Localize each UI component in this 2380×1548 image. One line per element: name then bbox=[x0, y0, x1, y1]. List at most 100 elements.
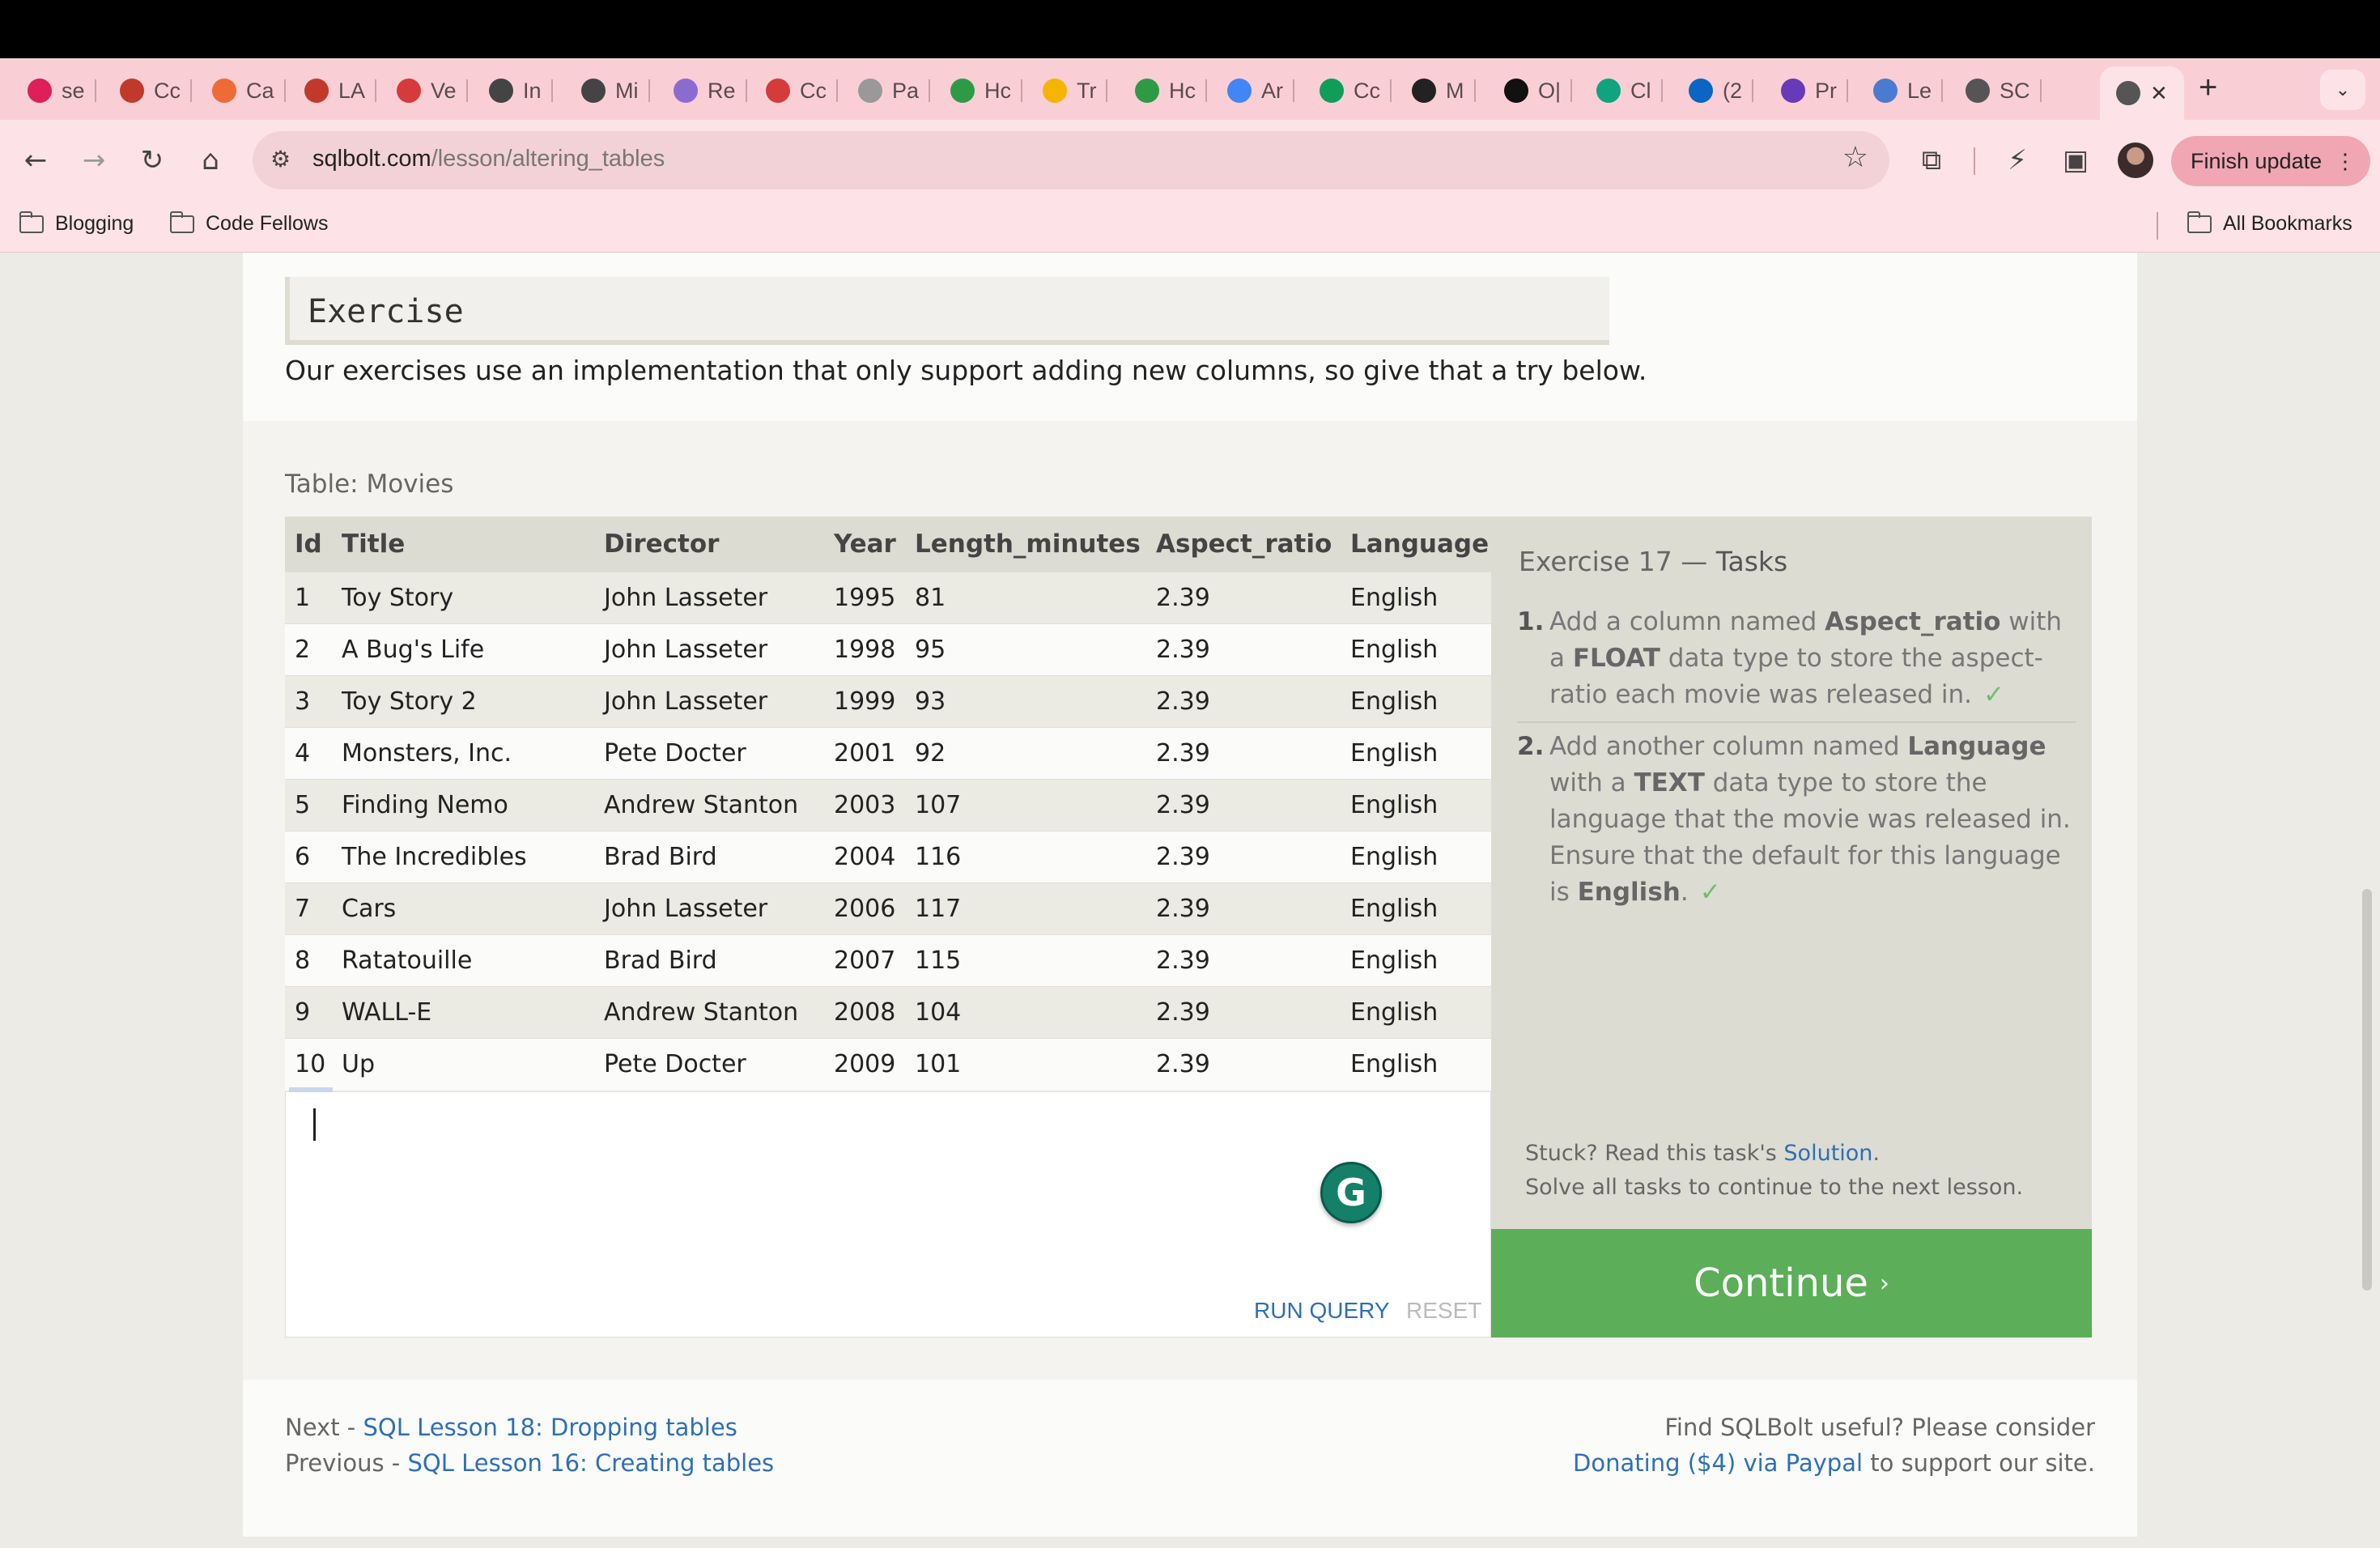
browser-tab[interactable]: Hc bbox=[950, 70, 1022, 112]
table-cell: 2006 bbox=[824, 882, 905, 934]
browser-tab[interactable]: Cl bbox=[1596, 70, 1663, 112]
browser-tab[interactable]: Le bbox=[1873, 70, 1944, 112]
reset-button[interactable]: RESET bbox=[1406, 1298, 1481, 1324]
extensions-icon[interactable]: ⧉ bbox=[1912, 141, 1951, 180]
solution-link[interactable]: Solution bbox=[1783, 1141, 1872, 1166]
sql-query-editor[interactable]: G RUN QUERY RESET bbox=[285, 1087, 1491, 1337]
new-tab-button[interactable]: + bbox=[2199, 70, 2217, 106]
browser-tab[interactable]: Ve bbox=[397, 70, 468, 112]
table-cell: John Lasseter bbox=[594, 623, 824, 675]
tab-separator bbox=[94, 79, 96, 102]
table-cell: English bbox=[1341, 985, 1491, 1038]
toolbar-divider bbox=[1974, 147, 1975, 175]
tab-search-button[interactable]: ⌄ bbox=[2320, 70, 2365, 110]
table-cell: English bbox=[1341, 674, 1491, 727]
table-cell: 1999 bbox=[824, 674, 905, 727]
close-tab-icon[interactable]: ✕ bbox=[2150, 81, 2168, 106]
performance-icon[interactable]: ⚡ bbox=[1998, 141, 2037, 180]
site-settings-icon[interactable]: ⚙ bbox=[270, 146, 300, 175]
tab-separator bbox=[283, 79, 286, 102]
table-cell: 93 bbox=[905, 674, 1146, 727]
tab-label: Cc bbox=[800, 78, 827, 103]
continue-button[interactable]: Continue › bbox=[1491, 1229, 2092, 1337]
browser-tab[interactable]: O| bbox=[1504, 70, 1573, 112]
address-bar[interactable]: ⚙ sqlbolt.com/lesson/altering_tables ☆ bbox=[253, 131, 1889, 189]
table-cell: 2 bbox=[285, 623, 332, 675]
browser-tab[interactable]: Mi bbox=[581, 70, 650, 112]
all-bookmarks-button[interactable]: All Bookmarks bbox=[2187, 211, 2352, 236]
home-button[interactable]: ⌂ bbox=[191, 141, 230, 180]
codefellows-icon bbox=[120, 79, 144, 103]
browser-tab[interactable]: Pa bbox=[858, 70, 931, 112]
linkedin-icon bbox=[1689, 79, 1713, 103]
column-header: Language bbox=[1341, 517, 1491, 572]
browser-tab[interactable]: Ar bbox=[1227, 70, 1294, 112]
table-cell: John Lasseter bbox=[594, 674, 824, 727]
table-cell: English bbox=[1341, 778, 1491, 831]
profile-avatar[interactable] bbox=[2118, 142, 2153, 178]
browser-tab[interactable]: se bbox=[28, 70, 96, 112]
browser-tab-active[interactable]: ✕ bbox=[2100, 66, 2184, 120]
bookmark-star-icon[interactable]: ☆ bbox=[1842, 141, 1868, 174]
table-cell: Brad Bird bbox=[594, 830, 824, 882]
table-cell: 7 bbox=[285, 882, 332, 934]
browser-tab[interactable]: Hc bbox=[1135, 70, 1207, 112]
table-cell: Pete Docter bbox=[594, 1037, 824, 1090]
tab-separator bbox=[375, 79, 377, 102]
grammarly-icon[interactable]: G bbox=[1320, 1162, 1382, 1223]
movies-table: Id Title Director Year Length_minutes Aspect_… bbox=[285, 517, 1491, 1090]
tab-label: LA bbox=[338, 78, 366, 103]
bookmark-folder-blogging[interactable]: Blogging bbox=[19, 211, 134, 236]
browser-tab[interactable]: LA bbox=[304, 70, 377, 112]
tab-label: (2 bbox=[1723, 78, 1743, 103]
table-cell: Andrew Stanton bbox=[594, 778, 824, 831]
browser-tab[interactable]: M bbox=[1412, 70, 1476, 112]
browser-tab[interactable]: Cc bbox=[120, 70, 192, 112]
finish-update-button[interactable]: Finish update ⋮ bbox=[2171, 136, 2370, 186]
column-header: Title bbox=[332, 517, 594, 572]
browser-tab[interactable]: Pr bbox=[1781, 70, 1848, 112]
page-scrollbar[interactable] bbox=[2362, 889, 2372, 1291]
donate-link[interactable]: Donating ($4) via Paypal bbox=[1573, 1449, 1863, 1477]
forward-button[interactable]: → bbox=[74, 141, 113, 180]
back-button[interactable]: ← bbox=[16, 141, 55, 180]
tab-label: Pr bbox=[1815, 78, 1837, 103]
browser-tab[interactable]: In bbox=[489, 70, 553, 112]
run-query-button[interactable]: RUN QUERY bbox=[1254, 1298, 1390, 1324]
reload-button[interactable]: ↻ bbox=[133, 141, 172, 180]
codefellows-icon bbox=[304, 79, 329, 103]
browser-tab[interactable]: Cc bbox=[766, 70, 838, 112]
table-cell: Brad Bird bbox=[594, 933, 824, 986]
tab-separator bbox=[1941, 79, 1944, 102]
table-cell: English bbox=[1341, 830, 1491, 882]
tab-label: Pa bbox=[892, 78, 920, 103]
table-cell: 2.39 bbox=[1146, 623, 1341, 675]
docs-icon bbox=[1227, 79, 1252, 103]
browser-tab[interactable]: (2 bbox=[1689, 70, 1754, 112]
table-cell: 92 bbox=[905, 726, 1146, 779]
browser-tab[interactable]: Re bbox=[674, 70, 747, 112]
table-cell: 2.39 bbox=[1146, 985, 1341, 1038]
tab-separator bbox=[648, 79, 650, 102]
tab-label: Le bbox=[1907, 78, 1932, 103]
browser-tab[interactable]: Tr bbox=[1043, 70, 1108, 112]
table-cell: John Lasseter bbox=[594, 571, 824, 623]
browser-tab[interactable]: Ca bbox=[212, 70, 286, 112]
next-lesson-link[interactable]: SQL Lesson 18: Dropping tables bbox=[363, 1414, 737, 1441]
task-item: 1. Add a column named Aspect_ratio with a… bbox=[1517, 604, 2076, 723]
more-menu-icon[interactable]: ⋮ bbox=[2335, 149, 2356, 174]
table-cell: English bbox=[1341, 571, 1491, 623]
tab-separator bbox=[2039, 79, 2042, 102]
app-icon bbox=[1873, 79, 1898, 103]
browser-tab[interactable]: Cc bbox=[1320, 70, 1392, 112]
browser-tab[interactable]: SC bbox=[1966, 70, 2042, 112]
bookmark-folder-code-fellows[interactable]: Code Fellows bbox=[170, 211, 328, 236]
table-cell: The Incredibles bbox=[332, 830, 594, 882]
tab-strip: se Cc Ca LA Ve In Mi Re Cc Pa Hc Tr Hc Ar Cc M O| Cl (2 Pr L… bbox=[0, 58, 2380, 120]
openai-icon bbox=[1504, 79, 1528, 103]
side-panel-icon[interactable]: ▣ bbox=[2056, 141, 2095, 180]
previous-lesson-link[interactable]: SQL Lesson 16: Creating tables bbox=[407, 1449, 774, 1477]
check-icon: ✓ bbox=[1699, 878, 1721, 907]
lesson-page: Exercise Our exercises use an implementa… bbox=[243, 253, 2137, 1537]
tab-separator bbox=[1205, 79, 1207, 102]
